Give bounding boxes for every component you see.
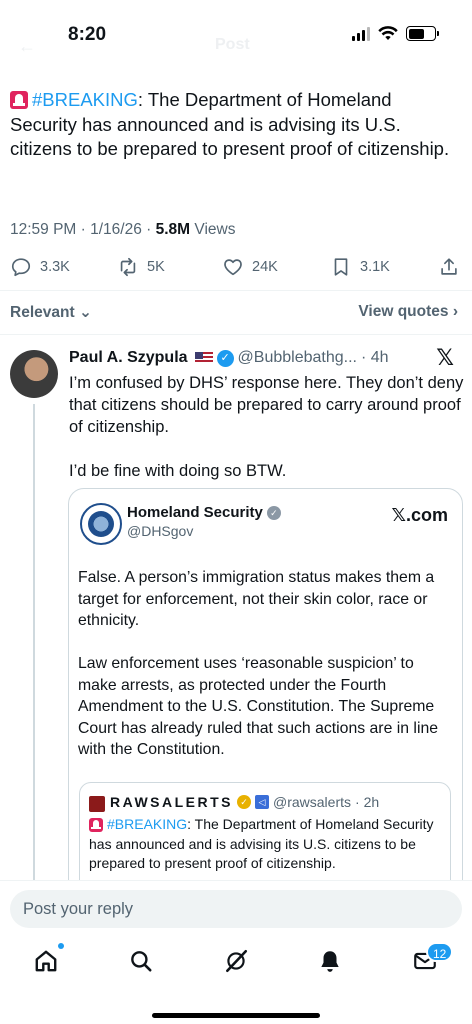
gold-verified-badge-icon: ✓ [237,795,251,809]
verified-badge-icon: ✓ [216,349,234,367]
home-unread-dot [58,943,64,949]
divider [0,334,472,335]
affiliate-badge-icon: ◁ [255,795,269,809]
share-icon [441,258,457,275]
tab-grok[interactable] [216,941,256,981]
status-time: 8:20 [68,24,107,45]
battery-icon [406,26,439,41]
quoted-post-card[interactable]: Homeland Security ✓ @DHSgov 𝕏.com False.… [68,488,463,908]
thread-line [33,404,35,880]
sort-relevant-dropdown[interactable]: Relevant ⌄ [10,303,92,322]
bell-icon [321,951,339,972]
messages-badge: 12 [426,942,454,962]
tweet-timestamp: 12:59 PM · 1/16/26 · [10,221,156,238]
nested-quote-handle: @rawsalerts [273,794,352,810]
sort-relevant-label: Relevant [10,304,75,321]
x-logo-icon: 𝕏 [436,345,454,370]
repost-icon [120,257,136,277]
back-arrow-icon[interactable]: ← [18,36,36,57]
search-icon [131,951,152,972]
chevron-down-icon: ⌄ [78,304,92,321]
breaking-hashtag[interactable]: #BREAKING [107,816,187,832]
dhs-seal-avatar [80,503,122,545]
siren-icon [89,818,103,832]
reply-paragraph: I’m confused by DHS’ response here. They… [69,374,464,436]
views-count: 5.8M [155,221,191,238]
reply-input[interactable] [10,890,462,928]
nested-quote-text: #BREAKING: The Department of Homeland Se… [89,815,445,874]
like-button[interactable]: 24K [222,256,278,278]
wifi-icon [378,26,398,40]
us-flag-icon [194,352,213,364]
status-icons [352,26,439,41]
nested-quote-author-name: RAWSALERTS [110,794,233,810]
repost-button[interactable]: 5K [117,256,165,278]
status-bar: 8:20 ← Post [0,0,472,70]
bookmark-count: 3.1K [360,259,390,275]
quote-author: Homeland Security ✓ [127,504,281,521]
main-tweet-text: #BREAKING: The Department of Homeland Se… [10,88,450,162]
tab-bar [0,941,472,981]
reply-text: I’m confused by DHS’ response here. They… [69,372,464,504]
cellular-signal-icon [352,26,370,41]
gov-verified-badge-icon: ✓ [266,505,281,520]
tab-search[interactable] [121,941,161,981]
tweet-meta: 12:59 PM · 1/16/26 · 5.8M Views [10,221,235,239]
grok-icon [226,949,248,973]
home-indicator [152,1013,320,1018]
reply-count: 3.3K [40,259,70,275]
tweet-action-bar: 3.3K 5K 24K 3.1K [10,256,462,280]
avatar[interactable] [10,350,58,398]
home-icon [35,950,57,972]
header-title: Post [215,36,250,53]
reply-icon [11,258,31,277]
reply-author-handle[interactable]: @Bubblebathg... [238,349,357,367]
divider [0,290,472,291]
reply-header: Paul A. Szypula ✓ @Bubblebathg... · 4h [69,349,389,367]
quote-paragraph: Law enforcement uses ‘reasonable suspici… [78,655,439,758]
quote-text: False. A person’s immigration status mak… [78,567,456,782]
views-label: Views [190,221,236,238]
quote-paragraph: False. A person’s immigration status mak… [78,569,435,629]
like-count: 24K [252,259,278,275]
rawsalerts-avatar [89,796,105,812]
bookmark-button[interactable]: 3.1K [330,256,390,278]
nested-quote-time: · 2h [355,794,380,810]
nested-quote-header: RAWSALERTS ✓ ◁ @rawsalerts · 2h [110,794,379,810]
reply-button[interactable]: 3.3K [10,256,70,278]
reply-time: · 4h [360,349,389,366]
view-quotes-label: View quotes [358,303,449,320]
share-button[interactable] [438,256,460,278]
reply-author-name[interactable]: Paul A. Szypula [69,349,188,367]
repost-count: 5K [147,259,165,275]
breaking-hashtag[interactable]: #BREAKING [32,89,138,110]
quote-author-handle: @DHSgov [127,523,194,539]
bookmark-icon [334,258,348,276]
siren-icon [10,91,28,109]
quote-source-site: 𝕏.com [391,505,448,525]
view-quotes-link[interactable]: View quotes › [358,303,458,321]
heart-icon [224,259,242,276]
quote-author-name: Homeland Security [127,504,263,521]
tab-notifications[interactable] [310,941,350,981]
bottom-area: 12 [0,880,472,1024]
chevron-right-icon: › [452,303,458,320]
reply-paragraph: I’d be fine with doing so BTW. [69,462,287,480]
